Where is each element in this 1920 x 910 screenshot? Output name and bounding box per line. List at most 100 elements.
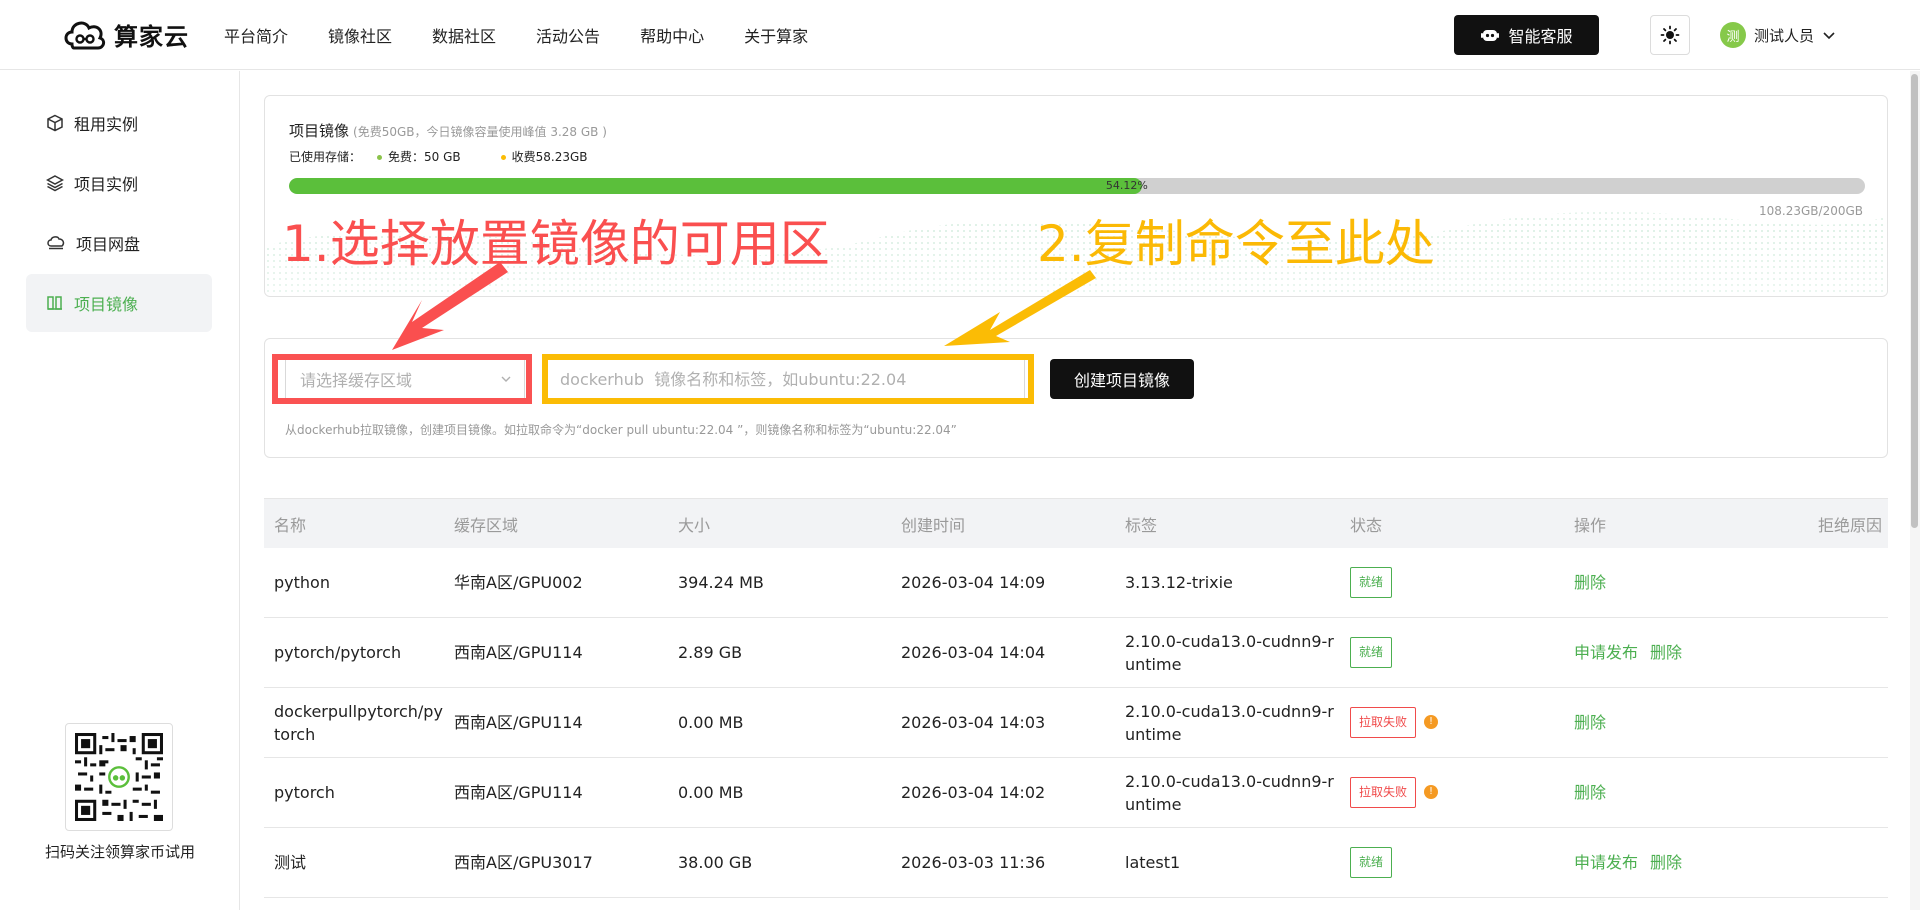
layers-icon [46,175,64,192]
legend-paid-label: 收费58.23GB [511,150,588,164]
annotation-box-region [272,354,532,404]
cell-status: 拉取失败! [1350,707,1560,738]
image-table: 名称 缓存区域 大小 创建时间 标签 状态 操作 拒绝原因 python 华南A… [264,498,1888,898]
table-row: dockerpullpytorch/pytorch 西南A区/GPU114 0.… [264,688,1888,758]
th-reject-reason: 拒绝原因 [1817,515,1882,535]
cell-region: 华南A区/GPU002 [454,573,583,592]
cell-actions: 删除 [1574,781,1774,804]
cell-tag: 2.10.0-cuda13.0-cudnn9-runtime [1125,631,1334,674]
cell-name: dockerpullpytorch/pytorch [274,701,443,744]
sidebar-item-label: 项目网盘 [76,235,141,254]
th-region: 缓存区域 [454,515,519,535]
apply-publish-button[interactable]: 申请发布 [1574,853,1638,872]
sidebar-item-project-instance[interactable]: 项目实例 [26,154,212,212]
cell-created: 2026-03-04 14:02 [901,783,1046,802]
cell-tag: 2.10.0-cuda13.0-cudnn9-runtime [1125,701,1334,744]
status-badge: 就绪 [1350,637,1393,668]
table-row: pytorch/pytorch 西南A区/GPU114 2.89 GB 2026… [264,618,1888,688]
cell-size: 0.00 MB [678,713,744,732]
warning-icon[interactable]: ! [1424,714,1439,729]
sidebar-item-rent-instance[interactable]: 租用实例 [26,94,212,152]
qr-caption: 扫码关注领算家币试用 [44,843,195,861]
brand-logo[interactable]: 算家云 [62,14,189,54]
sidebar: 租用实例 项目实例 项目网盘 项目镜像 扫码关注领算家币试用 [0,71,240,910]
smart-service-label: 智能客服 [1508,27,1573,46]
cell-created: 2026-03-03 11:36 [901,853,1046,872]
th-status: 状态 [1350,515,1383,535]
cell-size: 38.00 GB [678,853,753,872]
apply-publish-button[interactable]: 申请发布 [1574,643,1638,662]
cell-created: 2026-03-04 14:04 [901,643,1046,662]
create-hint: 从dockerhub拉取镜像，创建项目镜像。如拉取命令为“docker pull… [285,423,957,437]
status-badge: 就绪 [1350,847,1393,878]
storage-progress-label: 54.12% [1105,179,1148,192]
th-size: 大小 [678,515,711,535]
qr-code [65,723,173,831]
cell-status: 就绪 [1350,637,1560,668]
cell-size: 0.00 MB [678,783,744,802]
smart-service-button[interactable]: 智能客服 [1454,15,1599,55]
theme-toggle-button[interactable] [1650,15,1690,55]
cell-actions: 申请发布 删除 [1574,641,1774,664]
sidebar-item-project-drive[interactable]: 项目网盘 [26,214,212,272]
cell-actions: 删除 [1574,571,1774,594]
user-name: 测试人员 [1754,26,1815,45]
delete-button[interactable]: 删除 [1574,713,1606,732]
cell-region: 西南A区/GPU3017 [454,853,593,872]
cell-region: 西南A区/GPU114 [454,783,583,802]
image-icon [47,296,62,310]
sidebar-item-project-image[interactable]: 项目镜像 [26,274,212,332]
legend-free-label: 免费：50 GB [388,150,461,164]
status-badge: 就绪 [1350,567,1393,598]
storage-progress-fill [289,178,1142,194]
storage-subtitle: (免费50GB，今日镜像容量使用峰值 3.28 GB ) [353,125,607,139]
delete-button[interactable]: 删除 [1574,783,1606,802]
delete-button[interactable]: 删除 [1650,853,1682,872]
annotation-box-command [542,354,1034,404]
th-created: 创建时间 [901,515,966,535]
delete-button[interactable]: 删除 [1650,643,1682,662]
warning-icon[interactable]: ! [1424,784,1439,799]
paid-dot-icon [500,155,506,160]
cell-size: 394.24 MB [678,573,764,592]
cell-name: pytorch/pytorch [274,643,402,662]
user-menu[interactable]: 测 测试人员 [1720,20,1836,50]
status-badge: 拉取失败 [1350,777,1417,808]
th-tag: 标签 [1125,515,1158,535]
storage-total: 108.23GB/200GB [1759,204,1863,218]
nav-about[interactable]: 关于算家 [744,23,808,47]
nav-intro[interactable]: 平台简介 [224,23,288,47]
cell-created: 2026-03-04 14:03 [901,713,1046,732]
nav-image-community[interactable]: 镜像社区 [328,23,392,47]
qr-code-icon [75,733,163,821]
cell-status: 拉取失败! [1350,777,1560,808]
th-actions: 操作 [1574,515,1607,535]
cell-status: 就绪 [1350,847,1560,878]
page-scrollbar-thumb[interactable] [1911,74,1918,528]
cell-created: 2026-03-04 14:09 [901,573,1046,592]
annotation-step2: 2.复制命令至此处 [1037,215,1435,273]
create-project-image-button[interactable]: 创建项目镜像 [1050,359,1194,399]
free-dot-icon [377,155,383,160]
cell-size: 2.89 GB [678,643,743,662]
cell-name: 测试 [274,853,307,872]
cell-tag: 2.10.0-cuda13.0-cudnn9-runtime [1125,771,1334,814]
nav-help[interactable]: 帮助中心 [640,23,704,47]
avatar: 测 [1720,22,1746,48]
table-row: python 华南A区/GPU002 394.24 MB 2026-03-04 … [264,548,1888,618]
sidebar-item-label: 项目实例 [74,175,139,194]
table-row: pytorch 西南A区/GPU114 0.00 MB 2026-03-04 1… [264,758,1888,828]
status-badge: 拉取失败 [1350,707,1417,738]
cell-tag: 3.13.12-trixie [1125,573,1233,592]
chevron-down-icon [1823,32,1835,40]
storage-title-text: 项目镜像 [289,122,350,140]
cell-region: 西南A区/GPU114 [454,643,583,662]
annotation-step1: 1.选择放置镜像的可用区 [282,215,830,273]
cell-actions: 删除 [1574,711,1774,734]
storage-progress-bar: 54.12% [289,178,1865,194]
delete-button[interactable]: 删除 [1574,573,1606,592]
storage-legend: 已使用存储： 免费：50 GB 收费58.23GB [289,148,588,165]
nav-data-community[interactable]: 数据社区 [432,23,496,47]
cell-name: python [274,573,330,592]
nav-announcements[interactable]: 活动公告 [536,23,600,47]
